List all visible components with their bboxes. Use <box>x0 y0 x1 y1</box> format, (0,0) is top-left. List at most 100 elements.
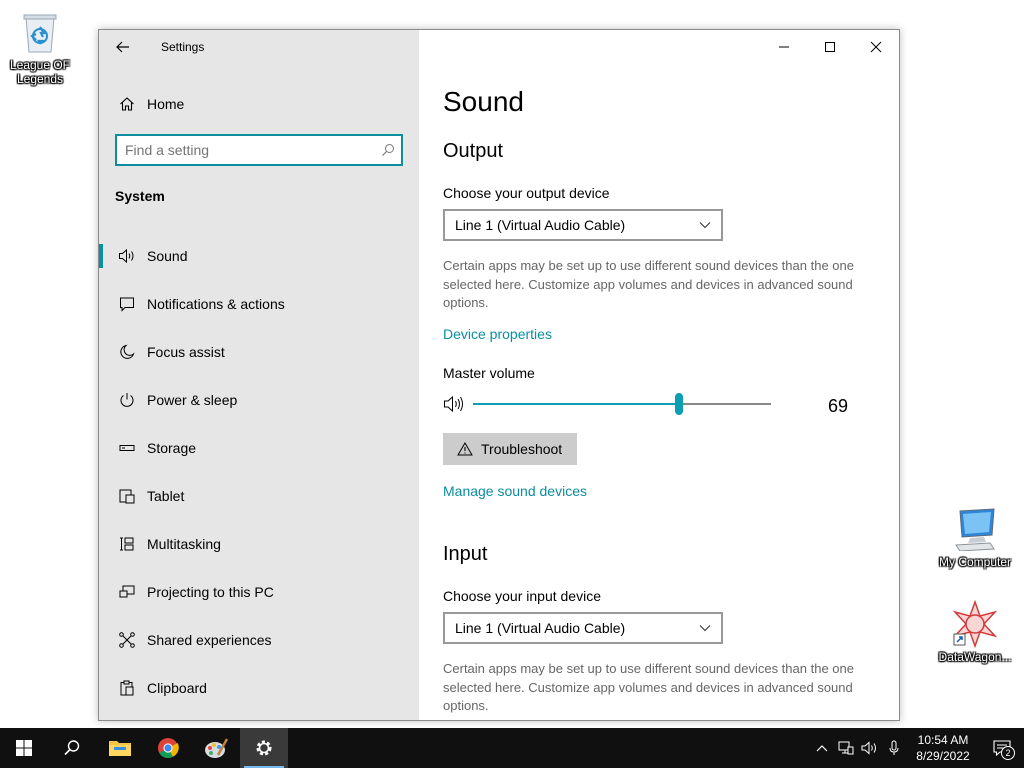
output-heading: Output <box>443 140 504 162</box>
clock-time: 10:54 AM <box>917 733 969 747</box>
output-device-value: Line 1 (Virtual Audio Cable) <box>455 217 626 233</box>
sidebar-item-power-sleep[interactable]: Power & sleep <box>99 376 419 424</box>
taskbar-settings[interactable] <box>240 728 288 768</box>
desktop-icon-recycle-bin[interactable]: League OF Legends <box>0 8 80 86</box>
close-button[interactable] <box>853 30 899 64</box>
maximize-icon <box>825 42 835 52</box>
sidebar-item-notifications[interactable]: Notifications & actions <box>99 280 419 328</box>
sidebar-item-label: Power & sleep <box>147 392 238 408</box>
sidebar-item-label: Shared experiences <box>147 632 272 648</box>
settings-icon <box>256 740 272 756</box>
clipboard-icon <box>115 680 139 696</box>
master-volume-label: Master volume <box>443 365 535 381</box>
back-arrow-icon <box>116 41 129 53</box>
input-device-label: Choose your input device <box>443 588 601 604</box>
output-description: Certain apps may be set up to use differ… <box>443 258 854 310</box>
sidebar-item-focus-assist[interactable]: Focus assist <box>99 328 419 376</box>
home-nav-item[interactable]: Home <box>99 90 419 118</box>
window-controls <box>761 30 899 64</box>
system-tray: 10:54 AM 8/29/2022 2 <box>810 728 1024 768</box>
sidebar-item-sound[interactable]: Sound <box>99 232 419 280</box>
clock-date: 8/29/2022 <box>916 749 970 763</box>
sidebar-item-label: Storage <box>147 440 197 456</box>
start-icon <box>16 740 32 756</box>
recycle-bin-icon <box>16 8 64 56</box>
content-pane: Sound Output Choose your output device L… <box>419 30 899 720</box>
page-title: Sound <box>443 86 524 117</box>
home-icon <box>115 96 139 112</box>
volume-slider-track[interactable] <box>473 393 771 415</box>
sidebar-item-label: Focus assist <box>147 344 225 360</box>
sidebar-item-tablet[interactable]: Tablet <box>99 472 419 520</box>
paint-icon <box>205 738 228 758</box>
output-device-dropdown[interactable]: Line 1 (Virtual Audio Cable) <box>443 209 723 241</box>
taskbar-search-button[interactable] <box>48 728 96 768</box>
action-center-button[interactable]: 2 <box>980 728 1024 768</box>
sidebar-item-label: Multitasking <box>147 536 221 552</box>
desktop-icon-my-computer[interactable]: My Computer <box>935 505 1015 569</box>
taskbar: 10:54 AM 8/29/2022 2 <box>0 728 1024 768</box>
power-icon <box>115 392 139 408</box>
volume-icon[interactable] <box>443 394 465 419</box>
tablet-icon <box>115 488 139 504</box>
taskbar-clock[interactable]: 10:54 AM 8/29/2022 <box>906 732 980 764</box>
chevron-up-icon <box>816 745 828 752</box>
sidebar-item-label: Sound <box>147 248 188 264</box>
master-volume-row: 69 <box>443 392 863 416</box>
microphone-icon <box>889 740 899 755</box>
search-box[interactable] <box>115 134 403 166</box>
volume-value: 69 <box>828 396 849 416</box>
sidebar-item-shared-experiences[interactable]: Shared experiences <box>99 616 419 664</box>
volume-icon <box>861 741 876 755</box>
manage-sound-devices-link[interactable]: Manage sound devices <box>443 483 587 499</box>
chevron-down-icon <box>699 222 711 229</box>
taskbar-file-explorer[interactable] <box>96 728 144 768</box>
desktop-icon-datawagon[interactable]: DataWagon... <box>935 600 1015 664</box>
moon-icon <box>115 344 139 360</box>
taskbar-chrome[interactable] <box>144 728 192 768</box>
volume-slider-thumb[interactable] <box>675 393 683 415</box>
sidebar-item-label: Notifications & actions <box>147 296 285 312</box>
sidebar-item-projecting[interactable]: Projecting to this PC <box>99 568 419 616</box>
multitasking-icon <box>115 536 139 552</box>
troubleshoot-button[interactable]: Troubleshoot <box>443 433 577 465</box>
input-heading: Input <box>443 543 488 565</box>
window-title: Settings <box>161 40 205 54</box>
home-label: Home <box>147 96 185 112</box>
sidebar-item-label: Clipboard <box>147 680 207 696</box>
input-device-value: Line 1 (Virtual Audio Cable) <box>455 620 626 636</box>
start-button[interactable] <box>0 728 48 768</box>
tray-microphone[interactable] <box>882 728 906 768</box>
projecting-icon <box>115 584 139 600</box>
tray-network[interactable] <box>834 728 858 768</box>
sidebar-item-clipboard[interactable]: Clipboard <box>99 664 419 712</box>
sidebar-item-label: Tablet <box>147 488 185 504</box>
minimize-button[interactable] <box>761 30 807 64</box>
tray-volume[interactable] <box>858 728 882 768</box>
input-device-dropdown[interactable]: Line 1 (Virtual Audio Cable) <box>443 612 723 644</box>
search-icon <box>64 740 80 756</box>
shared-experiences-icon <box>115 632 139 648</box>
device-properties-link[interactable]: Device properties <box>443 326 552 342</box>
chevron-down-icon <box>699 625 711 632</box>
back-button[interactable] <box>99 30 147 64</box>
sidebar-item-storage[interactable]: Storage <box>99 424 419 472</box>
search-input[interactable] <box>117 142 375 158</box>
desktop-icon-label: DataWagon... <box>938 650 1012 664</box>
title-bar: Settings <box>99 30 419 64</box>
notification-count-badge: 2 <box>1001 746 1015 760</box>
minimize-icon <box>779 46 789 48</box>
search-icon[interactable] <box>375 143 401 157</box>
warning-icon <box>457 442 473 456</box>
output-device-label: Choose your output device <box>443 185 610 201</box>
taskbar-paint[interactable] <box>192 728 240 768</box>
tray-overflow-button[interactable] <box>810 728 834 768</box>
maximize-button[interactable] <box>807 30 853 64</box>
sidebar: Settings Home System Sound <box>99 30 419 720</box>
desktop-icon-label: My Computer <box>938 555 1012 569</box>
desktop-icon-label: League OF Legends <box>9 58 71 86</box>
notification-icon <box>115 296 139 312</box>
datawagon-shortcut-icon <box>951 600 999 648</box>
close-icon <box>870 41 882 53</box>
sidebar-item-multitasking[interactable]: Multitasking <box>99 520 419 568</box>
